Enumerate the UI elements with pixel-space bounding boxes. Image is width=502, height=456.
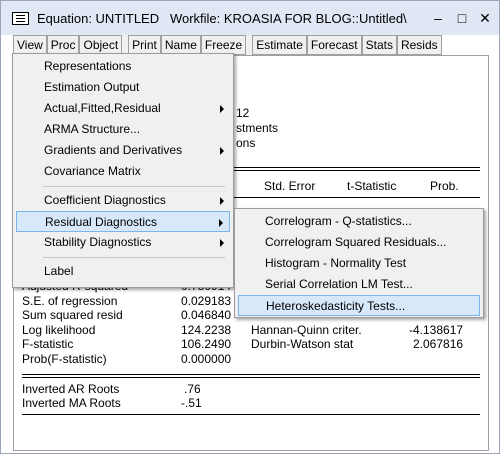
menu-item-representations[interactable]: Representations	[16, 56, 230, 77]
submenu-arrow-icon	[220, 239, 224, 247]
view-button[interactable]: View	[13, 35, 47, 55]
stat-value: 0.029183	[181, 294, 232, 308]
stat-label: S.E. of regression	[22, 294, 118, 308]
stat-value: 124.2238	[181, 323, 232, 337]
menu-item-label[interactable]: Label	[16, 261, 230, 282]
submenu-arrow-icon	[219, 219, 223, 227]
table-rule	[22, 414, 480, 415]
window-menu-icon[interactable]	[12, 12, 29, 25]
residual-diagnostics-submenu: Correlogram - Q-statistics... Correlogra…	[234, 208, 484, 318]
submenu-item-heteroskedasticity[interactable]: Heteroskedasticity Tests...	[238, 295, 480, 316]
menu-item-coefficient-diagnostics[interactable]: Coefficient Diagnostics	[16, 190, 230, 211]
equation-toolbar: View Proc Object Print Name Freeze Estim…	[13, 35, 442, 55]
output-partial-text: 12	[236, 106, 250, 120]
freeze-button[interactable]: Freeze	[200, 35, 247, 55]
stat-label: Sum squared resid	[22, 308, 123, 322]
window-title: Equation: UNTITLED Workfile: KROASIA FOR…	[37, 11, 407, 26]
col-header-t-statistic: t-Statistic	[347, 179, 397, 193]
table-rule	[22, 377, 480, 378]
stat-label: Hannan-Quinn criter.	[251, 323, 362, 337]
root-label: Inverted MA Roots	[22, 396, 121, 410]
menu-separator	[43, 257, 225, 258]
stat-value: 106.2490	[181, 337, 232, 351]
submenu-item-correlogram-q[interactable]: Correlogram - Q-statistics...	[238, 211, 480, 232]
stat-value: -4.138617	[409, 323, 464, 337]
menu-separator	[43, 186, 225, 187]
output-partial-text: ons	[236, 136, 256, 150]
print-button[interactable]: Print	[128, 35, 161, 55]
menu-item-residual-diagnostics[interactable]: Residual Diagnostics	[16, 211, 230, 232]
table-rule	[22, 374, 480, 375]
root-value: -.51	[181, 396, 202, 410]
submenu-item-serial-correlation-lm[interactable]: Serial Correlation LM Test...	[238, 274, 480, 295]
estimate-button[interactable]: Estimate	[252, 35, 307, 55]
menu-item-stability-diagnostics[interactable]: Stability Diagnostics	[16, 232, 230, 253]
submenu-arrow-icon	[220, 147, 224, 155]
stat-label: F-statistic	[22, 337, 74, 351]
object-button[interactable]: Object	[79, 35, 123, 55]
menu-item-covariance-matrix[interactable]: Covariance Matrix	[16, 161, 230, 182]
col-header-std-error: Std. Error	[264, 179, 316, 193]
minimize-button[interactable]: –	[429, 9, 447, 27]
stat-label: Prob(F-statistic)	[22, 352, 107, 366]
submenu-arrow-icon	[220, 197, 224, 205]
view-menu: Representations Estimation Output Actual…	[12, 53, 234, 288]
submenu-item-histogram-normality[interactable]: Histogram - Normality Test	[238, 253, 480, 274]
stat-value: 2.067816	[413, 337, 464, 351]
stat-label: Durbin-Watson stat	[251, 337, 354, 351]
forecast-button[interactable]: Forecast	[306, 35, 362, 55]
maximize-button[interactable]: □	[453, 9, 471, 27]
submenu-arrow-icon	[220, 105, 224, 113]
root-label: Inverted AR Roots	[22, 382, 120, 396]
stat-value: 0.000000	[181, 352, 232, 366]
title-bar[interactable]: Equation: UNTITLED Workfile: KROASIA FOR…	[1, 1, 499, 35]
stat-value: 0.046840	[181, 308, 232, 322]
col-header-prob: Prob.	[430, 179, 459, 193]
menu-item-arma-structure[interactable]: ARMA Structure...	[16, 119, 230, 140]
close-button[interactable]: ✕	[476, 9, 494, 27]
stat-label: Log likelihood	[22, 323, 96, 337]
menu-item-gradients-derivatives[interactable]: Gradients and Derivatives	[16, 140, 230, 161]
stats-button[interactable]: Stats	[361, 35, 397, 55]
proc-button[interactable]: Proc	[46, 35, 80, 55]
menu-item-estimation-output[interactable]: Estimation Output	[16, 77, 230, 98]
menu-item-actual-fitted-residual[interactable]: Actual,Fitted,Residual	[16, 98, 230, 119]
root-value: .76	[184, 382, 201, 396]
name-button[interactable]: Name	[160, 35, 201, 55]
resids-button[interactable]: Resids	[396, 35, 442, 55]
submenu-item-correlogram-squared[interactable]: Correlogram Squared Residuals...	[238, 232, 480, 253]
output-partial-text: stments	[236, 121, 279, 135]
